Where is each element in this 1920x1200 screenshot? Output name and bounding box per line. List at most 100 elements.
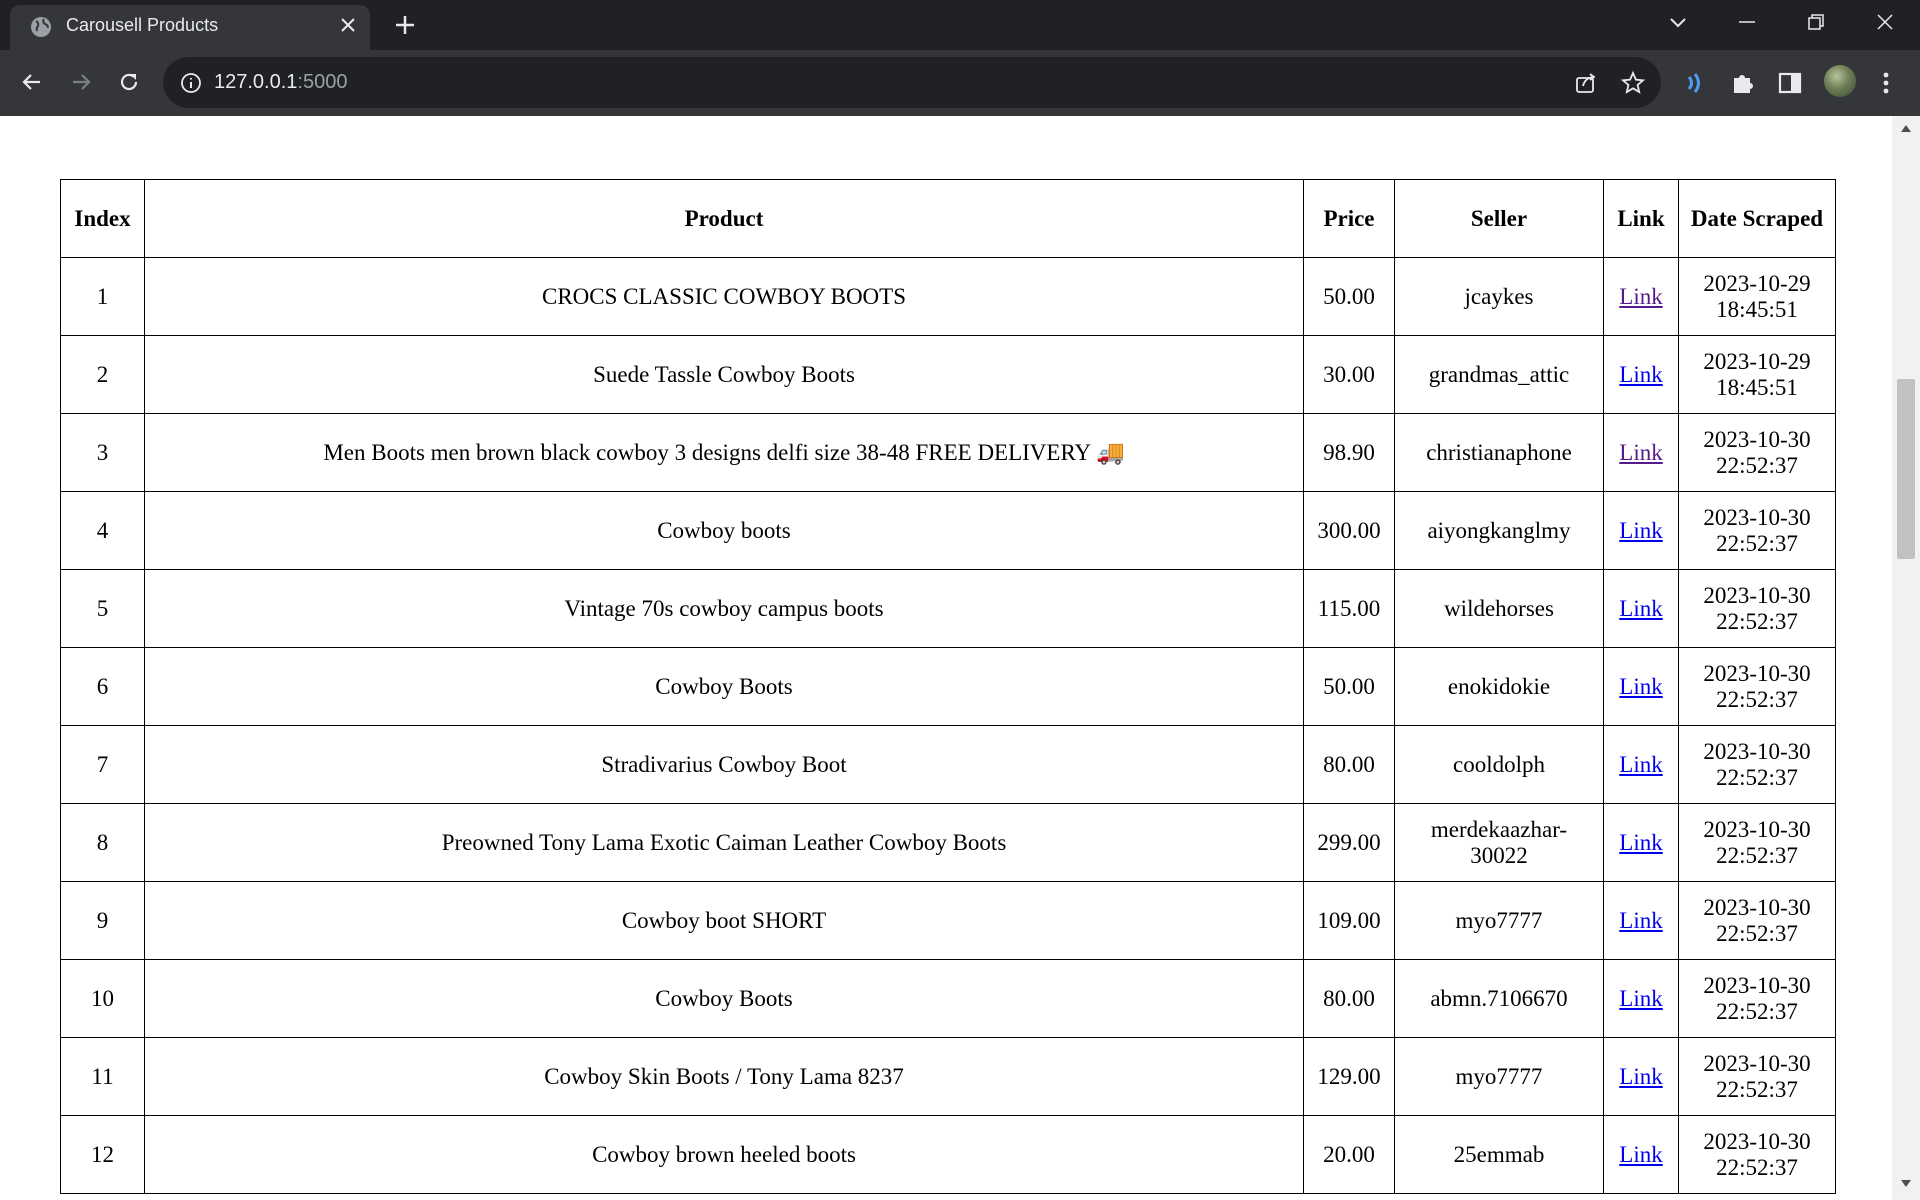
cell-link: Link (1603, 335, 1679, 414)
product-link[interactable]: Link (1619, 908, 1662, 933)
product-link[interactable]: Link (1619, 1142, 1662, 1167)
date-scraped-time: 22:52:37 (1716, 686, 1798, 712)
table-row: 6 Cowboy Boots 50.00 enokidokie Link 2023-10-… (60, 647, 1836, 726)
reload-icon (120, 73, 138, 91)
side-panel-icon[interactable] (1775, 68, 1805, 98)
restore-button[interactable] (1786, 0, 1846, 44)
cell-index: 6 (60, 647, 145, 726)
date-scraped-time: 22:52:37 (1716, 764, 1798, 790)
extension-wave-icon[interactable] (1680, 68, 1710, 98)
product-link[interactable]: Link (1619, 674, 1662, 699)
product-link[interactable]: Link (1619, 752, 1662, 777)
cell-price: 299.00 (1303, 803, 1395, 882)
table-row: 11 Cowboy Skin Boots / Tony Lama 8237 129.… (60, 1037, 1836, 1116)
star-icon[interactable] (1620, 70, 1646, 96)
product-link[interactable]: Link (1619, 986, 1662, 1011)
table-row: 3 Men Boots men brown black cowboy 3 desi… (60, 413, 1836, 492)
cell-index: 11 (60, 1037, 145, 1116)
share-icon[interactable] (1573, 70, 1599, 96)
scroll-up-arrow-icon[interactable] (1901, 124, 1911, 132)
cell-price: 80.00 (1303, 725, 1395, 804)
cell-product: Cowboy brown heeled boots (144, 1115, 1304, 1194)
header-product: Product (144, 179, 1304, 258)
cell-product: Vintage 70s cowboy campus boots (144, 569, 1304, 648)
scrollbar-thumb[interactable] (1897, 379, 1915, 559)
cell-index: 4 (60, 491, 145, 570)
table-row: 8 Preowned Tony Lama Exotic Caiman Leathe… (60, 803, 1836, 882)
tab-search-button[interactable] (1648, 0, 1708, 44)
browser-toolbar: 127.0.0.1:5000 (0, 50, 1920, 116)
back-button[interactable] (14, 64, 50, 100)
cell-seller: grandmas_attic (1394, 335, 1604, 414)
cell-index: 1 (60, 257, 145, 336)
product-link[interactable]: Link (1619, 518, 1662, 543)
plus-icon[interactable] (385, 8, 425, 42)
minimize-button[interactable] (1717, 0, 1777, 44)
address-bar[interactable]: 127.0.0.1:5000 (163, 57, 1661, 108)
cell-product: Stradivarius Cowboy Boot (144, 725, 1304, 804)
more-vert-icon[interactable] (1871, 68, 1901, 98)
header-price: Price (1303, 179, 1395, 258)
cell-seller: cooldolph (1394, 725, 1604, 804)
cell-index: 7 (60, 725, 145, 804)
date-scraped-date: 2023-10-30 (1703, 738, 1811, 764)
cell-product: CROCS CLASSIC COWBOY BOOTS (144, 257, 1304, 336)
date-scraped-time: 22:52:37 (1716, 530, 1798, 556)
cell-seller: merdekaazhar-30022 (1394, 803, 1604, 882)
table-row: 7 Stradivarius Cowboy Boot 80.00 cooldolph L… (60, 725, 1836, 804)
close-icon[interactable] (337, 14, 359, 36)
product-link[interactable]: Link (1619, 1064, 1662, 1089)
product-link[interactable]: Link (1619, 284, 1662, 309)
cell-link: Link (1603, 569, 1679, 648)
reload-button[interactable] (111, 64, 147, 100)
browser-tab[interactable]: Carousell Products (10, 5, 370, 50)
date-scraped-date: 2023-10-30 (1703, 894, 1811, 920)
date-scraped-date: 2023-10-29 (1703, 348, 1811, 374)
table-row: 5 Vintage 70s cowboy campus boots 115.00 wi… (60, 569, 1836, 648)
cell-product: Suede Tassle Cowboy Boots (144, 335, 1304, 414)
product-link[interactable]: Link (1619, 830, 1662, 855)
cell-index: 10 (60, 959, 145, 1038)
cell-product: Cowboy boots (144, 491, 1304, 570)
forward-icon (73, 74, 91, 90)
scrollbar[interactable] (1892, 116, 1920, 1200)
date-scraped-date: 2023-10-30 (1703, 660, 1811, 686)
cell-link: Link (1603, 803, 1679, 882)
cell-index: 12 (60, 1115, 145, 1194)
cell-price: 129.00 (1303, 1037, 1395, 1116)
cell-price: 20.00 (1303, 1115, 1395, 1194)
product-link[interactable]: Link (1619, 596, 1662, 621)
url-text[interactable]: 127.0.0.1:5000 (214, 57, 347, 108)
date-scraped-date: 2023-10-30 (1703, 426, 1811, 452)
cell-index: 3 (60, 413, 145, 492)
date-scraped-time: 18:45:51 (1716, 374, 1798, 400)
header-seller: Seller (1394, 179, 1604, 258)
puzzle-icon[interactable] (1728, 68, 1758, 98)
date-scraped-time: 22:52:37 (1716, 452, 1798, 478)
cell-date-scraped: 2023-10-30 22:52:37 (1678, 881, 1836, 960)
chevron-down-icon (1670, 18, 1686, 28)
info-icon[interactable] (179, 71, 203, 95)
cell-index: 9 (60, 881, 145, 960)
avatar[interactable] (1824, 65, 1856, 97)
forward-button[interactable] (63, 64, 99, 100)
back-icon (22, 74, 40, 90)
date-scraped-date: 2023-10-30 (1703, 582, 1811, 608)
cell-product: Preowned Tony Lama Exotic Caiman Leather… (144, 803, 1304, 882)
scroll-down-arrow-icon[interactable] (1901, 1180, 1911, 1188)
url-port: :5000 (297, 71, 348, 93)
date-scraped-time: 22:52:37 (1716, 1154, 1798, 1180)
close-window-button[interactable] (1855, 0, 1915, 44)
cell-price: 300.00 (1303, 491, 1395, 570)
cell-date-scraped: 2023-10-30 22:52:37 (1678, 1037, 1836, 1116)
cell-date-scraped: 2023-10-30 22:52:37 (1678, 1115, 1836, 1194)
table-row: 9 Cowboy boot SHORT 109.00 myo7777 Link 2023-… (60, 881, 1836, 960)
cell-price: 30.00 (1303, 335, 1395, 414)
cell-link: Link (1603, 881, 1679, 960)
cell-price: 80.00 (1303, 959, 1395, 1038)
cell-product: Cowboy Boots (144, 959, 1304, 1038)
product-link[interactable]: Link (1619, 440, 1662, 465)
product-link[interactable]: Link (1619, 362, 1662, 387)
cell-price: 109.00 (1303, 881, 1395, 960)
cell-date-scraped: 2023-10-30 22:52:37 (1678, 725, 1836, 804)
